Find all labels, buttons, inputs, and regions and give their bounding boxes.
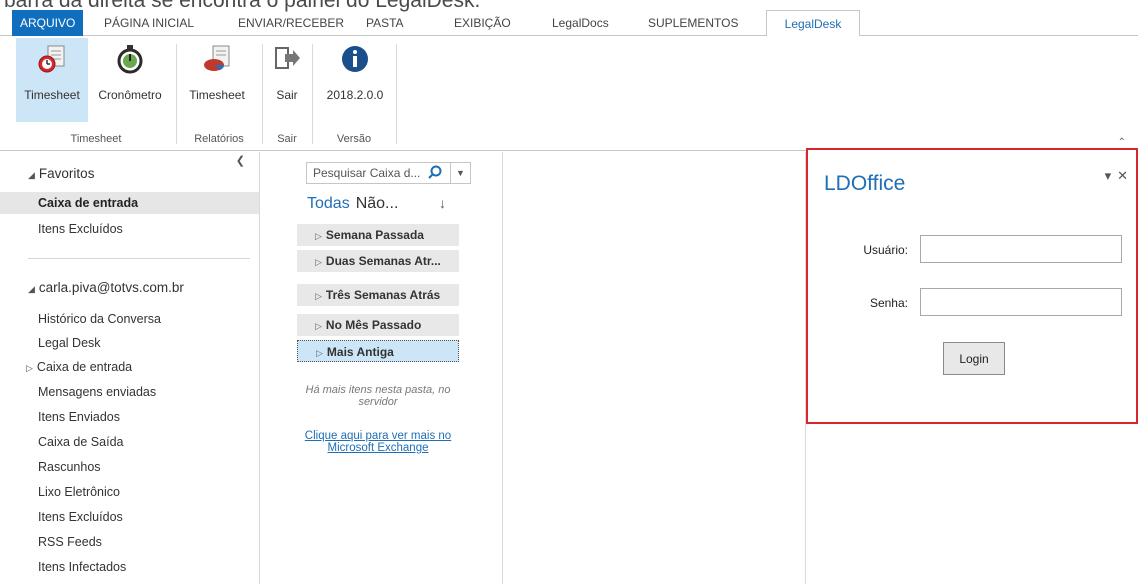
timesheet-button[interactable]: Timesheet: [16, 38, 88, 122]
group-mes-passado[interactable]: ▷ No Mês Passado: [297, 314, 459, 336]
tab-suplementos[interactable]: SUPLEMENTOS: [640, 10, 746, 36]
group-separator: [396, 44, 397, 144]
group-sair: Sair: [277, 133, 297, 145]
account-header[interactable]: ◢ carla.piva@totvs.com.br: [28, 280, 184, 295]
favorite-caixa-de-entrada[interactable]: Caixa de entrada: [0, 192, 259, 214]
group-versao: Versão: [336, 133, 372, 145]
expand-triangle-icon: ▷: [316, 348, 323, 358]
folder-rascunhos[interactable]: Rascunhos: [0, 456, 259, 478]
timesheet-button-label: Timesheet: [24, 88, 80, 102]
folder-mensagens-enviadas[interactable]: Mensagens enviadas: [0, 381, 259, 403]
collapsed-triangle-icon: ▷: [26, 363, 33, 373]
search-scope-dropdown-icon[interactable]: ▼: [450, 163, 470, 183]
folder-lixo-eletronico[interactable]: Lixo Eletrônico: [0, 481, 259, 503]
filter-unread[interactable]: Não...: [356, 195, 399, 212]
tab-pasta[interactable]: PASTA: [358, 10, 412, 36]
timesheet-clock-icon: [38, 45, 65, 73]
divider: [28, 258, 250, 259]
collapse-ribbon-icon[interactable]: ⌃: [1118, 137, 1126, 148]
report-timesheet-button[interactable]: Timesheet: [180, 38, 254, 122]
sort-arrow-icon[interactable]: ↓: [439, 195, 446, 211]
panel-title: LDOffice: [824, 172, 906, 195]
folder-itens-enviados[interactable]: Itens Enviados: [0, 406, 259, 428]
folder-pane: ❮ ◢ Favoritos Caixa de entrada Itens Excl…: [0, 152, 260, 584]
group-timesheet: Timesheet: [70, 133, 122, 145]
password-field[interactable]: [920, 288, 1122, 316]
group-semana-passada[interactable]: ▷ Semana Passada: [297, 224, 459, 246]
expand-triangle-icon: ▷: [315, 257, 322, 267]
exit-arrow-icon: [275, 47, 300, 69]
login-button[interactable]: Login: [943, 342, 1005, 375]
info-icon: [342, 46, 368, 72]
favorite-itens-excluidos[interactable]: Itens Excluídos: [0, 218, 259, 240]
panel-controls: ▾ ✕: [1099, 168, 1128, 184]
user-label: Usuário:: [863, 243, 908, 257]
search-icon[interactable]: [428, 165, 442, 179]
report-chart-icon: [204, 45, 230, 71]
tab-pagina-inicial[interactable]: PÁGINA INICIAL: [96, 10, 202, 36]
filter-bar: Todas Não... ↓: [307, 195, 446, 213]
password-label: Senha:: [869, 296, 908, 310]
folder-itens-infectados[interactable]: Itens Infectados: [0, 556, 259, 578]
ribbon: Timesheet Cronômetro Timesheet Sair 2018…: [0, 36, 1138, 151]
reading-pane: [504, 152, 806, 584]
version-label: 2018.2.0.0: [326, 88, 384, 102]
expand-triangle-icon: ◢: [28, 170, 35, 180]
version-button[interactable]: 2018.2.0.0: [320, 38, 390, 122]
folder-caixa-de-entrada[interactable]: ▷ Caixa de entrada: [0, 356, 259, 378]
group-relatorios: Relatórios: [194, 133, 244, 145]
user-field[interactable]: [920, 235, 1122, 263]
group-tres-semanas[interactable]: ▷ Três Semanas Atrás: [297, 284, 459, 306]
folder-historico-conversa[interactable]: Histórico da Conversa: [0, 308, 259, 330]
more-items-note: Há mais itens nesta pasta, no servidor: [305, 384, 451, 408]
close-icon[interactable]: ✕: [1117, 168, 1128, 183]
tab-exibicao[interactable]: EXIBIÇÃO: [446, 10, 519, 36]
expand-triangle-icon: ▷: [315, 291, 322, 301]
tab-arquivo[interactable]: ARQUIVO: [12, 10, 84, 36]
group-duas-semanas[interactable]: ▷ Duas Semanas Atr...: [297, 250, 459, 272]
report-timesheet-label: Timesheet: [189, 88, 245, 102]
group-separator: [312, 44, 313, 144]
message-list-pane: Pesquisar Caixa d... ▼ Todas Não... ↓ ▷ Se…: [261, 152, 503, 584]
cronometro-button[interactable]: Cronômetro: [90, 38, 170, 122]
search-placeholder: Pesquisar Caixa d...: [313, 166, 421, 180]
folder-itens-excluidos[interactable]: Itens Excluídos: [0, 506, 259, 528]
sair-button[interactable]: Sair: [268, 38, 306, 122]
expand-triangle-icon: ▷: [315, 321, 322, 331]
folder-caixa-de-saida[interactable]: Caixa de Saída: [0, 431, 259, 453]
tab-legaldocs[interactable]: LegalDocs: [544, 10, 617, 36]
folder-legal-desk[interactable]: Legal Desk: [0, 332, 259, 354]
ldoffice-panel: LDOffice ▾ ✕ Usuário: Senha: Login: [806, 148, 1138, 424]
folder-rss-feeds[interactable]: RSS Feeds: [0, 531, 259, 553]
collapse-pane-icon[interactable]: ❮: [236, 154, 245, 167]
filter-all[interactable]: Todas: [307, 195, 350, 212]
tab-enviar-receber[interactable]: ENVIAR/RECEBER: [230, 10, 352, 36]
ribbon-tabs: ARQUIVO PÁGINA INICIAL ENVIAR/RECEBER PA…: [0, 10, 1138, 37]
group-separator: [176, 44, 177, 144]
favorites-header[interactable]: ◢ Favoritos: [28, 166, 94, 181]
tab-legaldesk[interactable]: LegalDesk: [766, 10, 860, 37]
search-box[interactable]: Pesquisar Caixa d... ▼: [306, 162, 471, 184]
panel-menu-chevron-icon[interactable]: ▾: [1105, 168, 1112, 183]
exchange-link[interactable]: Clique aqui para ver mais no Microsoft E…: [297, 430, 459, 454]
stopwatch-icon: [117, 45, 143, 74]
sair-button-label: Sair: [276, 88, 298, 102]
group-separator: [262, 44, 263, 144]
cronometro-button-label: Cronômetro: [98, 88, 162, 102]
expand-triangle-icon: ◢: [28, 284, 35, 294]
group-mais-antiga[interactable]: ▷ Mais Antiga: [297, 340, 459, 362]
expand-triangle-icon: ▷: [315, 231, 322, 241]
